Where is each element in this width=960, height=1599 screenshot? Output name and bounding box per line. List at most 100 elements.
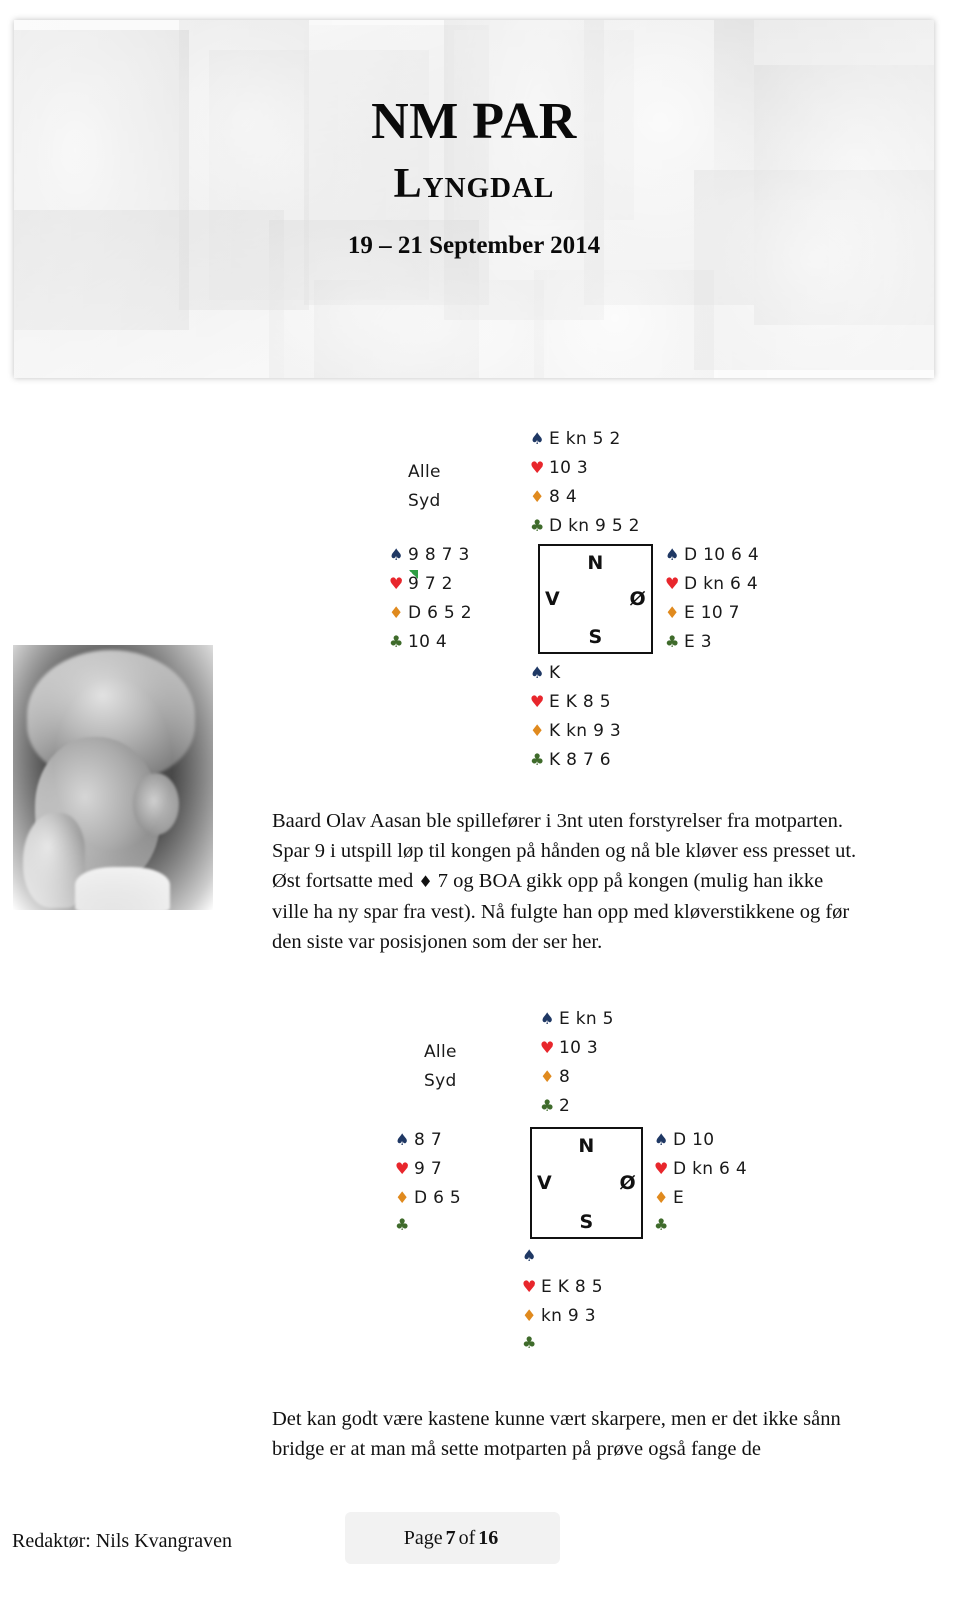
heart-icon: ♥ bbox=[530, 692, 545, 711]
banner-title-group: NM PAR Lyngdal 19 – 21 September 2014 bbox=[14, 20, 934, 378]
deal2-south-spades: ♠ bbox=[522, 1248, 603, 1277]
heart-icon: ♥ bbox=[665, 574, 680, 593]
deal1-north-diamonds: ♦ 8 4 bbox=[530, 487, 640, 516]
cards: K 8 7 6 bbox=[549, 750, 611, 770]
deal1-south-hand: ♠ K ♥ E K 8 5 ♦ K kn 9 3 ♣ K 8 7 6 bbox=[530, 663, 621, 779]
deal1-north-spades: ♠ E kn 5 2 bbox=[530, 429, 640, 458]
cards: 10 4 bbox=[408, 632, 448, 652]
deal1-east-hand: ♠ D 10 6 4 ♥ D kn 6 4 ♦ E 10 7 ♣ E 3 bbox=[665, 545, 759, 661]
spade-icon: ♠ bbox=[665, 545, 680, 564]
deal2-south-hearts: ♥ E K 8 5 bbox=[522, 1277, 603, 1306]
cards: D kn 6 4 bbox=[673, 1159, 747, 1179]
deal1-west-diamonds: ♦ D 6 5 2 bbox=[389, 603, 472, 632]
heart-icon: ♥ bbox=[389, 574, 404, 593]
deal2-west-spades: ♠ 8 7 bbox=[395, 1130, 461, 1159]
page-header-banner: NM PAR Lyngdal 19 – 21 September 2014 bbox=[0, 0, 960, 398]
deal2-east-hand: ♠ D 10 ♥ D kn 6 4 ♦ E ♣ bbox=[654, 1130, 747, 1246]
cards: D 6 5 bbox=[414, 1188, 462, 1208]
cards: E kn 5 2 bbox=[549, 429, 621, 449]
deal1-south-diamonds: ♦ K kn 9 3 bbox=[530, 721, 621, 750]
cards: 10 3 bbox=[549, 458, 589, 478]
deal2-south-hand: ♠ ♥ E K 8 5 ♦ kn 9 3 ♣ bbox=[522, 1248, 603, 1364]
cards: 8 bbox=[559, 1067, 571, 1087]
diamond-icon: ♦ bbox=[418, 872, 433, 891]
cards: 9 7 bbox=[414, 1159, 442, 1179]
cards: D 6 5 2 bbox=[408, 603, 472, 623]
deal2-west-clubs: ♣ bbox=[395, 1217, 461, 1246]
deal1-east-hearts: ♥ D kn 6 4 bbox=[665, 574, 759, 603]
deal2-east-clubs: ♣ bbox=[654, 1217, 747, 1246]
deal2-south-clubs: ♣ bbox=[522, 1335, 603, 1364]
article-paragraph-2: Det kan godt være kastene kunne vært ska… bbox=[272, 1408, 841, 1460]
club-icon: ♣ bbox=[665, 632, 680, 651]
spade-icon: ♠ bbox=[530, 663, 545, 682]
compass-south-label: S bbox=[579, 1211, 594, 1233]
deal1-north-hearts: ♥ 10 3 bbox=[530, 458, 640, 487]
heart-icon: ♥ bbox=[522, 1277, 537, 1296]
deal1-south-clubs: ♣ K 8 7 6 bbox=[530, 750, 621, 779]
cards: E K 8 5 bbox=[549, 692, 611, 712]
banner-collage: NM PAR Lyngdal 19 – 21 September 2014 bbox=[14, 20, 934, 378]
compass-east-label: Ø bbox=[629, 588, 646, 610]
spade-icon: ♠ bbox=[389, 545, 404, 564]
diamond-icon: ♦ bbox=[389, 603, 404, 622]
page-middle-label: of bbox=[458, 1526, 476, 1549]
cards: E kn 5 bbox=[559, 1009, 614, 1029]
club-icon: ♣ bbox=[540, 1096, 555, 1115]
bridge-deal-diagram-2: Alle Syd ♠ E kn 5 ♥ 10 3 ♦ 8 ♣ 2 ♠ 8 7 ♥… bbox=[0, 1005, 960, 1351]
cards: 9 8 7 3 bbox=[408, 545, 470, 565]
event-date: 19 – 21 September 2014 bbox=[347, 232, 601, 259]
page-current-number: 7 bbox=[445, 1526, 456, 1549]
event-title: NM PAR bbox=[371, 93, 577, 150]
deal1-dealer: Syd bbox=[408, 491, 441, 511]
footer-editor-credit: Redaktør: Nils Kvangraven bbox=[12, 1530, 232, 1552]
cards: 10 3 bbox=[559, 1038, 599, 1058]
photo-vignette bbox=[13, 645, 213, 910]
cards: K bbox=[549, 663, 561, 683]
cards: E 3 bbox=[684, 632, 712, 652]
page-prefix-label: Page bbox=[403, 1526, 443, 1549]
deal2-north-spades: ♠ E kn 5 bbox=[540, 1009, 614, 1038]
cards: D 10 6 4 bbox=[684, 545, 759, 565]
deal1-west-hearts: ♥ 9 7 2 bbox=[389, 574, 472, 603]
event-location: Lyngdal bbox=[393, 161, 555, 207]
cards: 8 4 bbox=[549, 487, 577, 507]
deal2-compass-box: N V Ø S bbox=[530, 1127, 643, 1239]
diamond-icon: ♦ bbox=[530, 487, 545, 506]
heart-icon: ♥ bbox=[530, 458, 545, 477]
deal2-vulnerability: Alle bbox=[424, 1042, 457, 1062]
compass-south-label: S bbox=[588, 626, 603, 648]
compass-west-label: V bbox=[537, 1172, 553, 1194]
club-icon: ♣ bbox=[389, 632, 404, 651]
diamond-icon: ♦ bbox=[395, 1188, 410, 1207]
cards: E 10 7 bbox=[684, 603, 740, 623]
footer-page-indicator: Page 7 of 16 bbox=[345, 1512, 560, 1564]
cards: kn 9 3 bbox=[541, 1306, 596, 1326]
cards: E K 8 5 bbox=[541, 1277, 603, 1297]
article-paragraph-1: Baard Olav Aasan ble spillefører i 3nt u… bbox=[272, 806, 860, 957]
deal2-north-diamonds: ♦ 8 bbox=[540, 1067, 614, 1096]
compass-east-label: Ø bbox=[619, 1172, 636, 1194]
cards: 8 7 bbox=[414, 1130, 442, 1150]
deal1-south-hearts: ♥ E K 8 5 bbox=[530, 692, 621, 721]
heart-icon: ♥ bbox=[540, 1038, 555, 1057]
green-marker-artifact bbox=[409, 570, 418, 579]
deal1-south-spades: ♠ K bbox=[530, 663, 621, 692]
deal2-west-hearts: ♥ 9 7 bbox=[395, 1159, 461, 1188]
page-total-number: 16 bbox=[478, 1526, 499, 1549]
deal2-west-hand: ♠ 8 7 ♥ 9 7 ♦ D 6 5 ♣ bbox=[395, 1130, 461, 1246]
deal2-east-spades: ♠ D 10 bbox=[654, 1130, 747, 1159]
club-icon: ♣ bbox=[654, 1215, 669, 1234]
diamond-icon: ♦ bbox=[540, 1067, 555, 1086]
diamond-icon: ♦ bbox=[654, 1188, 669, 1207]
deal2-south-diamonds: ♦ kn 9 3 bbox=[522, 1306, 603, 1335]
cards: 2 bbox=[559, 1096, 571, 1116]
spade-icon: ♠ bbox=[522, 1246, 537, 1265]
deal1-east-clubs: ♣ E 3 bbox=[665, 632, 759, 661]
deal2-east-diamonds: ♦ E bbox=[654, 1188, 747, 1217]
cards: D kn 9 5 2 bbox=[549, 516, 640, 536]
deal1-north-clubs: ♣ D kn 9 5 2 bbox=[530, 516, 640, 545]
deal1-east-spades: ♠ D 10 6 4 bbox=[665, 545, 759, 574]
spade-icon: ♠ bbox=[530, 429, 545, 448]
heart-icon: ♥ bbox=[654, 1159, 669, 1178]
